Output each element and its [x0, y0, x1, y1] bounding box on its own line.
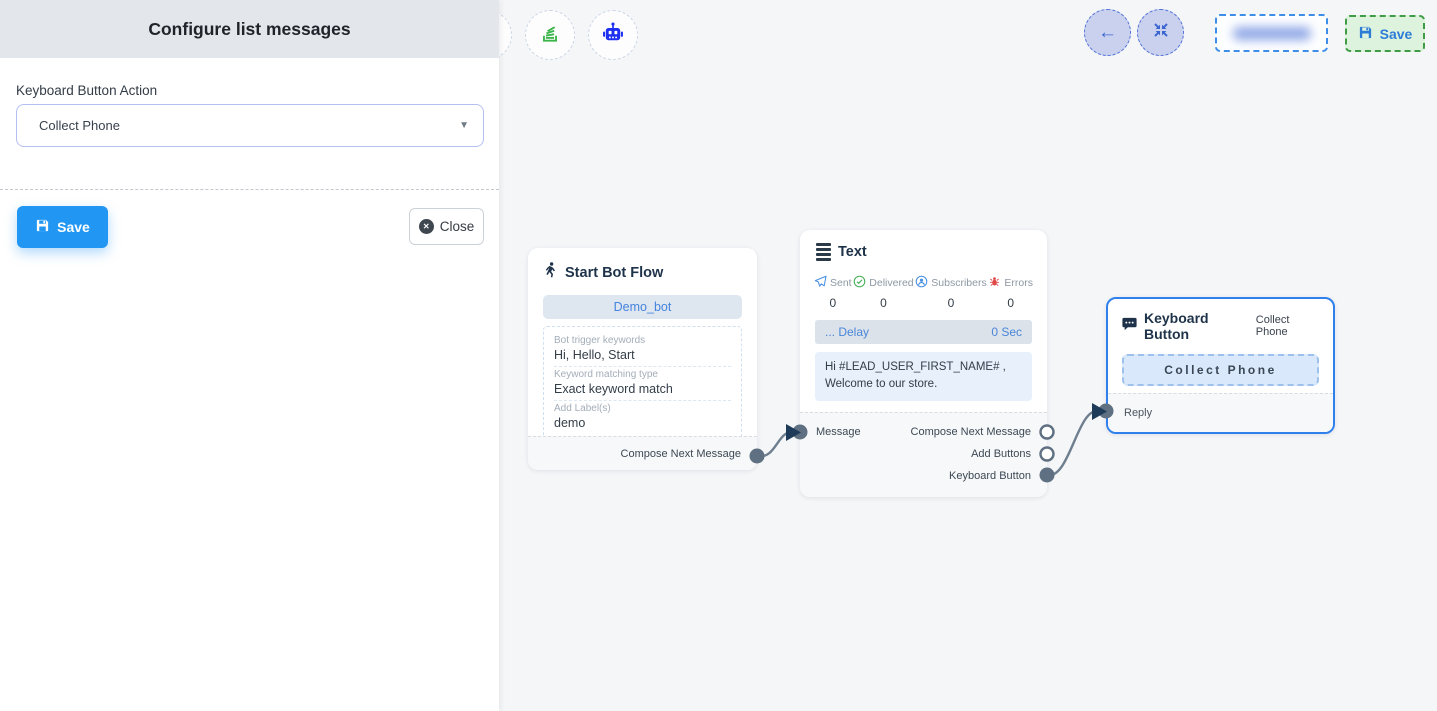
- text-node-footer: Message Compose Next Message Add Buttons…: [800, 412, 1047, 497]
- queue-stack-icon: [539, 22, 561, 49]
- start-node-header: Start Bot Flow: [528, 248, 757, 293]
- close-button-label: Close: [440, 219, 475, 234]
- sent-icon: [814, 275, 827, 291]
- delivered-icon: [853, 275, 866, 291]
- bot-button[interactable]: [588, 10, 638, 60]
- stat-errors: Errors 0: [988, 275, 1033, 310]
- field-value: demo: [554, 416, 731, 430]
- stat-value: 0: [988, 296, 1033, 310]
- field-value: Exact keyword match: [554, 382, 731, 396]
- text-output-label: Compose Next Message: [911, 426, 1031, 438]
- save-button[interactable]: Save: [17, 206, 108, 248]
- config-panel: Configure list messages Keyboard Button …: [0, 0, 499, 711]
- text-output-label: Keyboard Button: [949, 470, 1031, 482]
- save-button-label: Save: [57, 219, 90, 235]
- field-label: Add Label(s): [554, 403, 731, 414]
- chevron-down-icon: ▼: [459, 120, 469, 131]
- flow-builder-app: ← Save: [0, 0, 1437, 711]
- text-node-title: Text: [838, 244, 867, 260]
- edge-text-to-keyboard: [1047, 411, 1099, 475]
- compress-button[interactable]: [1137, 9, 1184, 56]
- keyboard-node-footer: Reply: [1108, 393, 1333, 432]
- queue-stack-button[interactable]: [525, 10, 575, 60]
- save-icon: [35, 218, 50, 236]
- keyboard-button-chip[interactable]: Collect Phone: [1122, 354, 1319, 386]
- message-preview[interactable]: Hi #LEAD_USER_FIRST_NAME# , Welcome to o…: [815, 352, 1032, 402]
- edge-start-to-text: [757, 432, 793, 456]
- field-row: Add Label(s) demo: [554, 400, 731, 434]
- bot-name-pill[interactable]: Demo_bot: [543, 295, 742, 319]
- stat-label: Delivered: [869, 277, 913, 289]
- delay-label: ... Delay: [825, 325, 869, 339]
- stat-sent: Sent 0: [814, 275, 852, 310]
- stat-value: 0: [814, 296, 852, 310]
- edge-arrowhead: [786, 424, 801, 441]
- text-node-stats: Sent 0 Delivered 0 Subscribers: [800, 269, 1047, 310]
- config-panel-header: Configure list messages: [0, 0, 499, 58]
- text-output-label: Add Buttons: [971, 448, 1031, 460]
- delay-setting[interactable]: ... Delay 0 Sec: [815, 320, 1032, 344]
- delay-value: 0 Sec: [991, 325, 1022, 339]
- keyboard-action-label: Collect Phone: [1256, 314, 1319, 338]
- stat-label: Subscribers: [931, 277, 986, 289]
- stat-subscribers: Subscribers 0: [915, 275, 986, 310]
- stat-label: Errors: [1004, 277, 1033, 289]
- node-keyboard-button[interactable]: Keyboard Button Collect Phone Collect Ph…: [1106, 297, 1335, 434]
- edge-arrowhead: [1092, 403, 1107, 420]
- redacted-text: [1233, 27, 1311, 40]
- start-node-title: Start Bot Flow: [565, 265, 663, 281]
- keyboard-action-select[interactable]: Collect Phone ▼: [16, 104, 484, 147]
- keyboard-node-header: Keyboard Button Collect Phone: [1108, 299, 1333, 350]
- errors-icon: [988, 275, 1001, 291]
- field-label: Bot trigger keywords: [554, 335, 731, 346]
- close-button[interactable]: ✕ Close: [409, 208, 484, 245]
- field-row: Bot trigger keywords Hi, Hello, Start: [554, 333, 731, 366]
- redacted-button[interactable]: [1215, 14, 1328, 52]
- stat-value: 0: [915, 296, 986, 310]
- divider: [0, 189, 499, 190]
- stat-delivered: Delivered 0: [853, 275, 913, 310]
- start-node-fields[interactable]: Bot trigger keywords Hi, Hello, Start Ke…: [543, 326, 742, 442]
- start-output-label: Compose Next Message: [621, 448, 741, 460]
- text-input-label: Message: [816, 426, 861, 438]
- text-node-header: Text: [800, 230, 1047, 269]
- page-title: Configure list messages: [148, 19, 350, 40]
- keyboard-input-label: Reply: [1124, 407, 1152, 419]
- arrow-left-icon: ←: [1098, 23, 1117, 42]
- node-text[interactable]: Text Sent 0 Delivered 0: [800, 230, 1047, 497]
- keyboard-node-title: Keyboard Button: [1144, 310, 1249, 342]
- field-label: Keyword matching type: [554, 369, 731, 380]
- back-button[interactable]: ←: [1084, 9, 1131, 56]
- close-icon: ✕: [419, 219, 434, 234]
- select-value: Collect Phone: [39, 118, 459, 133]
- canvas-save-button[interactable]: Save: [1345, 15, 1425, 52]
- save-icon: [1358, 25, 1373, 43]
- subscribers-icon: [915, 275, 928, 291]
- hamburger-icon: [816, 243, 831, 261]
- speech-bubble-icon: [1122, 317, 1137, 336]
- canvas-save-label: Save: [1380, 26, 1413, 42]
- keyboard-action-field-label: Keyboard Button Action: [16, 83, 157, 98]
- compress-icon: [1153, 22, 1169, 43]
- start-node-footer: Compose Next Message: [528, 436, 757, 470]
- stat-value: 0: [853, 296, 913, 310]
- field-value: Hi, Hello, Start: [554, 348, 731, 362]
- node-start-bot-flow[interactable]: Start Bot Flow Demo_bot Bot trigger keyw…: [528, 248, 757, 470]
- walking-person-icon: [544, 262, 558, 283]
- field-row: Keyword matching type Exact keyword matc…: [554, 366, 731, 400]
- bot-icon: [601, 21, 625, 50]
- stat-label: Sent: [830, 277, 852, 289]
